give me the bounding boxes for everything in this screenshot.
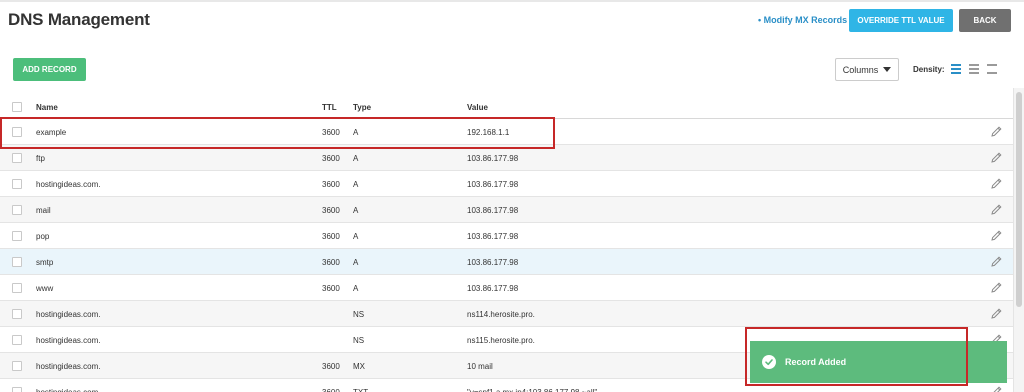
- cell-value: "v=spf1 a mx ip4:103.86.177.98 ~all": [467, 388, 597, 392]
- density-comfortable-icon[interactable]: [987, 64, 997, 74]
- table-row[interactable]: ftp 3600 A 103.86.177.98: [0, 145, 1013, 171]
- row-checkbox[interactable]: [12, 127, 22, 137]
- table-row[interactable]: hostingideas.com. 3600 A 103.86.177.98: [0, 171, 1013, 197]
- cell-type: MX: [353, 362, 365, 371]
- column-header-value[interactable]: Value: [467, 103, 488, 112]
- cell-ttl: 3600: [322, 232, 340, 241]
- cell-value: 10 mail: [467, 362, 493, 371]
- toast-notification: Record Added: [750, 341, 1007, 383]
- column-header-name[interactable]: Name: [36, 103, 58, 112]
- column-header-type[interactable]: Type: [353, 103, 371, 112]
- caret-down-icon: [883, 67, 892, 72]
- table-header: Name TTL Type Value: [0, 95, 1013, 119]
- cell-type: A: [353, 284, 359, 293]
- cell-type: TXT: [353, 388, 368, 392]
- cell-type: NS: [353, 310, 365, 319]
- edit-pencil-icon[interactable]: [990, 281, 1003, 294]
- table-row[interactable]: hostingideas.com. NS ns114.herosite.pro.: [0, 301, 1013, 327]
- edit-pencil-icon[interactable]: [990, 203, 1003, 216]
- edit-pencil-icon[interactable]: [990, 151, 1003, 164]
- row-checkbox[interactable]: [12, 387, 22, 392]
- row-checkbox[interactable]: [12, 231, 22, 241]
- cell-type: A: [353, 180, 359, 189]
- cell-ttl: 3600: [322, 128, 340, 137]
- table-row[interactable]: www 3600 A 103.86.177.98: [0, 275, 1013, 301]
- edit-pencil-icon[interactable]: [990, 255, 1003, 268]
- cell-ttl: 3600: [322, 362, 340, 371]
- cell-value: 103.86.177.98: [467, 284, 519, 293]
- column-header-ttl[interactable]: TTL: [322, 103, 337, 112]
- cell-ttl: 3600: [322, 180, 340, 189]
- page-title: DNS Management: [8, 10, 150, 29]
- columns-dropdown[interactable]: Columns: [835, 58, 899, 81]
- cell-value: 103.86.177.98: [467, 154, 519, 163]
- edit-pencil-icon[interactable]: [990, 385, 1003, 392]
- back-button[interactable]: BACK: [959, 9, 1011, 32]
- cell-value: 103.86.177.98: [467, 232, 519, 241]
- cell-value: ns114.herosite.pro.: [467, 310, 535, 319]
- cell-name: www: [36, 284, 54, 293]
- row-checkbox[interactable]: [12, 309, 22, 319]
- cell-name: hostingideas.com.: [36, 362, 101, 371]
- cell-ttl: 3600: [322, 388, 340, 392]
- top-border: [0, 0, 1024, 2]
- cell-name: hostingideas.com.: [36, 180, 101, 189]
- cell-type: A: [353, 206, 359, 215]
- density-normal-icon[interactable]: [969, 64, 979, 74]
- add-record-button[interactable]: ADD RECORD: [13, 58, 86, 81]
- table-row[interactable]: mail 3600 A 103.86.177.98: [0, 197, 1013, 223]
- edit-pencil-icon[interactable]: [990, 125, 1003, 138]
- cell-name: mail: [36, 206, 51, 215]
- toast-message: Record Added: [785, 357, 847, 367]
- row-checkbox[interactable]: [12, 335, 22, 345]
- row-checkbox[interactable]: [12, 179, 22, 189]
- cell-ttl: 3600: [322, 206, 340, 215]
- row-checkbox[interactable]: [12, 361, 22, 371]
- cell-name: smtp: [36, 258, 54, 267]
- cell-value: 103.86.177.98: [467, 206, 519, 215]
- row-checkbox[interactable]: [12, 153, 22, 163]
- cell-name: ftp: [36, 154, 45, 163]
- cell-value: 103.86.177.98: [467, 180, 519, 189]
- table-row[interactable]: smtp 3600 A 103.86.177.98: [0, 249, 1013, 275]
- table-row[interactable]: pop 3600 A 103.86.177.98: [0, 223, 1013, 249]
- check-circle-icon: [762, 355, 776, 369]
- cell-type: A: [353, 232, 359, 241]
- cell-name: example: [36, 128, 67, 137]
- row-checkbox[interactable]: [12, 257, 22, 267]
- density-compact-icon[interactable]: [951, 64, 961, 74]
- edit-pencil-icon[interactable]: [990, 177, 1003, 190]
- cell-name: pop: [36, 232, 50, 241]
- row-checkbox[interactable]: [12, 205, 22, 215]
- cell-value: ns115.herosite.pro.: [467, 336, 535, 345]
- edit-pencil-icon[interactable]: [990, 229, 1003, 242]
- modify-mx-records-link[interactable]: • Modify MX Records: [758, 15, 847, 25]
- scrollbar[interactable]: [1013, 88, 1024, 392]
- cell-ttl: 3600: [322, 154, 340, 163]
- cell-name: hostingideas.com.: [36, 310, 101, 319]
- cell-type: NS: [353, 336, 365, 345]
- table-row[interactable]: example 3600 A 192.168.1.1: [0, 119, 1013, 145]
- cell-type: A: [353, 258, 359, 267]
- cell-value: 103.86.177.98: [467, 258, 519, 267]
- cell-name: hostingideas.com.: [36, 336, 101, 345]
- density-label: Density:: [913, 65, 945, 74]
- row-checkbox[interactable]: [12, 283, 22, 293]
- cell-type: A: [353, 128, 359, 137]
- select-all-checkbox[interactable]: [12, 102, 22, 112]
- columns-label: Columns: [842, 64, 879, 75]
- cell-ttl: 3600: [322, 284, 340, 293]
- cell-ttl: 3600: [322, 258, 340, 267]
- edit-pencil-icon[interactable]: [990, 307, 1003, 320]
- scrollbar-thumb[interactable]: [1016, 92, 1022, 307]
- cell-value: 192.168.1.1: [467, 128, 510, 137]
- cell-type: A: [353, 154, 359, 163]
- override-ttl-button[interactable]: OVERRIDE TTL VALUE: [849, 9, 953, 32]
- cell-name: hostingideas.com.: [36, 388, 100, 392]
